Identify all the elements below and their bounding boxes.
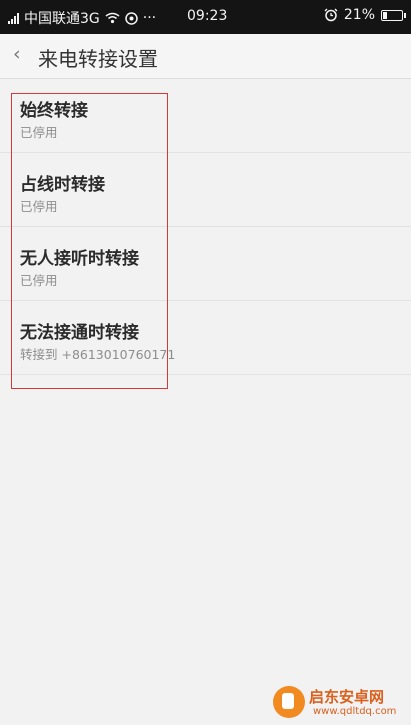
status-right: 21% bbox=[324, 7, 406, 23]
back-icon[interactable]: ‹ bbox=[13, 43, 21, 65]
item-title: 无人接听时转接 bbox=[20, 249, 139, 269]
alarm-icon bbox=[324, 8, 338, 22]
clock: 09:23 bbox=[187, 8, 228, 24]
notification-icon bbox=[125, 11, 138, 25]
battery-icon bbox=[381, 9, 406, 21]
item-status: 已停用 bbox=[20, 199, 58, 214]
watermark-logo-icon bbox=[273, 686, 305, 718]
header-bar: ‹ 来电转接设置 bbox=[0, 34, 411, 79]
battery-level bbox=[383, 11, 387, 19]
wifi-icon bbox=[105, 12, 120, 24]
battery-percent: 21% bbox=[343, 7, 375, 23]
item-status: 已停用 bbox=[20, 125, 58, 140]
page-title: 来电转接设置 bbox=[38, 47, 158, 71]
item-status: 已停用 bbox=[20, 273, 58, 288]
item-title: 占线时转接 bbox=[20, 175, 105, 195]
item-title: 始终转接 bbox=[20, 101, 88, 121]
forward-no-answer-item[interactable]: 无人接听时转接 已停用 bbox=[0, 227, 411, 301]
status-left: 中国联通3G ··· bbox=[8, 8, 156, 28]
item-status: 转接到 +8613010760171 bbox=[20, 347, 176, 362]
carrier-label: 中国联通3G bbox=[24, 11, 100, 27]
forward-unreachable-item[interactable]: 无法接通时转接 转接到 +8613010760171 bbox=[0, 301, 411, 375]
more-icon: ··· bbox=[142, 10, 157, 26]
watermark-url: www.qdltdq.com bbox=[313, 706, 397, 717]
signal-icon bbox=[8, 12, 19, 24]
status-bar: 中国联通3G ··· 09:23 21% bbox=[0, 0, 411, 34]
site-watermark: 启东安卓网 www.qdltdq.com bbox=[273, 686, 405, 720]
forwarding-list: 始终转接 已停用 占线时转接 已停用 无人接听时转接 已停用 无法接通时转接 转… bbox=[0, 79, 411, 375]
forward-when-busy-item[interactable]: 占线时转接 已停用 bbox=[0, 153, 411, 227]
forward-always-item[interactable]: 始终转接 已停用 bbox=[0, 79, 411, 153]
watermark-name: 启东安卓网 bbox=[309, 688, 385, 706]
item-title: 无法接通时转接 bbox=[20, 323, 139, 343]
